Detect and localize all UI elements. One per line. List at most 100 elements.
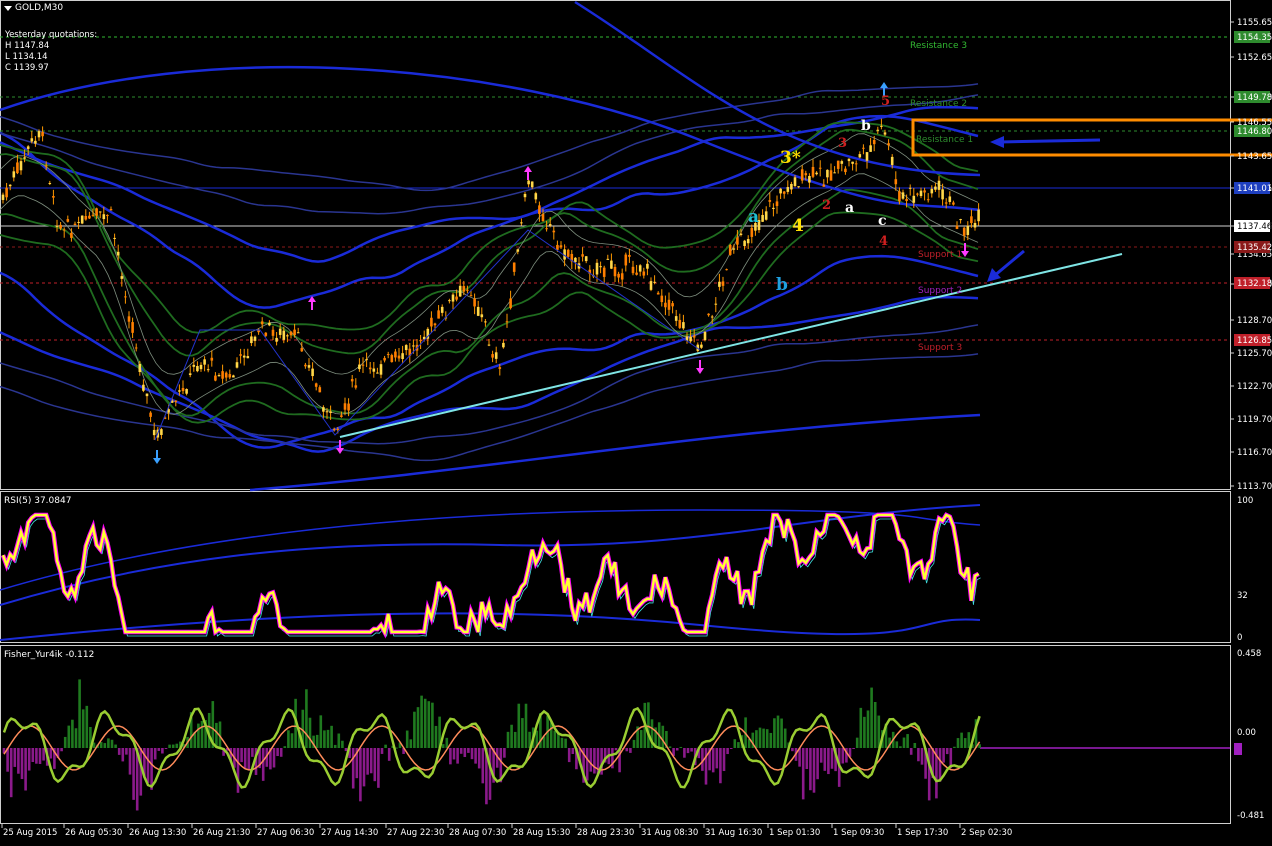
- candle-body: [527, 180, 530, 185]
- price-badge-text: 1126.85: [1237, 336, 1272, 346]
- candle-body: [358, 364, 361, 370]
- candle-body: [235, 362, 239, 368]
- fisher-histogram-bar: [24, 748, 27, 791]
- fisher-histogram-bar: [909, 748, 913, 755]
- candle-body: [30, 138, 34, 142]
- candle-body: [746, 239, 750, 244]
- fractal-arrowhead: [961, 251, 969, 257]
- candle-body: [631, 266, 635, 274]
- fisher-histogram-bar: [200, 721, 204, 748]
- fisher-histogram-bar: [452, 748, 456, 760]
- chevron-down-icon[interactable]: [4, 5, 12, 11]
- fisher-histogram-bar: [470, 748, 474, 760]
- fisher-histogram-bar: [251, 748, 254, 757]
- chart-window[interactable]: Resistance 3 Resistance 2 Resistance 1 S…: [0, 0, 1272, 842]
- fisher-histogram-bar: [240, 748, 243, 763]
- candle-body: [242, 355, 246, 358]
- candle-body: [732, 248, 736, 250]
- fisher-histogram-bar: [449, 748, 452, 765]
- candle-body: [95, 208, 98, 216]
- fisher-histogram-bar: [366, 748, 369, 775]
- candle-body: [322, 407, 325, 412]
- fisher-histogram-bar: [171, 744, 175, 748]
- candle-body: [124, 296, 127, 298]
- fisher-histogram-bar: [315, 734, 319, 748]
- fisher-histogram-bar: [63, 736, 67, 748]
- rsi-axis-label: 100: [1237, 496, 1253, 506]
- candle-body: [120, 276, 124, 279]
- fisher-histogram-bar: [27, 748, 31, 771]
- candle-body: [8, 184, 12, 187]
- candle-body: [271, 329, 275, 336]
- candle-body: [966, 226, 970, 235]
- resistance-1-label: Resistance 1: [916, 135, 973, 145]
- candle-body: [430, 317, 433, 327]
- candle-body: [185, 389, 188, 394]
- candle-body: [1, 194, 5, 200]
- candle-body: [48, 183, 52, 185]
- fisher-histogram-bar: [917, 748, 920, 762]
- fisher-histogram-bar: [13, 748, 17, 767]
- fisher-histogram-bar: [287, 730, 290, 748]
- candle-body: [462, 286, 466, 292]
- candle-body: [689, 336, 692, 342]
- fisher-histogram-bar: [175, 743, 179, 748]
- fisher-histogram-bar: [830, 748, 834, 769]
- candle-body: [134, 347, 138, 349]
- fisher-histogram-bar: [164, 748, 168, 749]
- candle-body: [55, 225, 59, 227]
- fisher-histogram-bar: [567, 748, 571, 763]
- candle-body: [973, 223, 977, 228]
- fisher-histogram-bar: [67, 725, 71, 748]
- time-axis[interactable]: 25 Aug 2015 26 Aug 05:30 26 Aug 13:30 26 Au…: [1, 824, 1012, 838]
- candle-body: [725, 269, 728, 271]
- blue-band: [0, 114, 979, 309]
- candle-body: [606, 258, 610, 260]
- candle-body: [296, 332, 300, 334]
- chart-canvas[interactable]: Resistance 3 Resistance 2 Resistance 1 S…: [0, 0, 1272, 842]
- fisher-histogram-bar: [855, 737, 859, 748]
- candle-body: [19, 161, 23, 171]
- candle-body: [473, 298, 476, 307]
- candle-body: [548, 224, 552, 226]
- fisher-histogram-bar: [161, 748, 164, 754]
- candle-body: [620, 273, 624, 280]
- candle-body: [505, 321, 509, 323]
- fisher-histogram-bar: [503, 748, 506, 758]
- fisher-histogram-bar: [956, 738, 960, 748]
- fisher-histogram-bar: [333, 744, 337, 748]
- candle-body: [599, 266, 602, 268]
- symbol-title[interactable]: GOLD,M30: [4, 3, 63, 13]
- fisher-histogram-bar: [261, 748, 265, 781]
- candle-body: [541, 214, 545, 222]
- candle-body: [635, 272, 638, 275]
- candle-body: [671, 303, 674, 307]
- fisher-histogram-bar: [589, 748, 593, 772]
- yesterday-high: H 1147.84: [5, 41, 50, 51]
- fisher-histogram-bar: [780, 718, 783, 748]
- price-tick-label: 1128.70: [1237, 316, 1272, 326]
- candle-body: [404, 345, 408, 351]
- price-axis[interactable]: 1155.651152.651149.501146.551143.651140.…: [1230, 18, 1272, 492]
- wave-3star-label: 3*: [780, 148, 801, 168]
- fisher-histogram-bar: [719, 748, 722, 784]
- candle-body: [739, 233, 743, 235]
- candle-body: [844, 168, 847, 173]
- candle-body: [127, 316, 131, 322]
- wave-3-red-label: 3: [838, 136, 847, 151]
- candle-body: [88, 215, 91, 219]
- wave-b-cyan-label: b: [776, 275, 788, 295]
- candle-body: [602, 267, 606, 277]
- envelope-bands: [0, 0, 981, 492]
- fisher-histogram-bar: [632, 739, 636, 748]
- rsi-band-mid: [0, 509, 981, 591]
- fisher-histogram-bar: [722, 748, 726, 772]
- candle-body: [912, 195, 916, 203]
- fisher-histogram-bar: [647, 702, 650, 748]
- candle-body: [26, 146, 30, 149]
- candle-body: [772, 207, 775, 209]
- candle-body: [977, 209, 980, 222]
- candle-body: [962, 227, 966, 236]
- candle-body: [304, 364, 307, 367]
- support-3-label: Support 3: [918, 343, 962, 353]
